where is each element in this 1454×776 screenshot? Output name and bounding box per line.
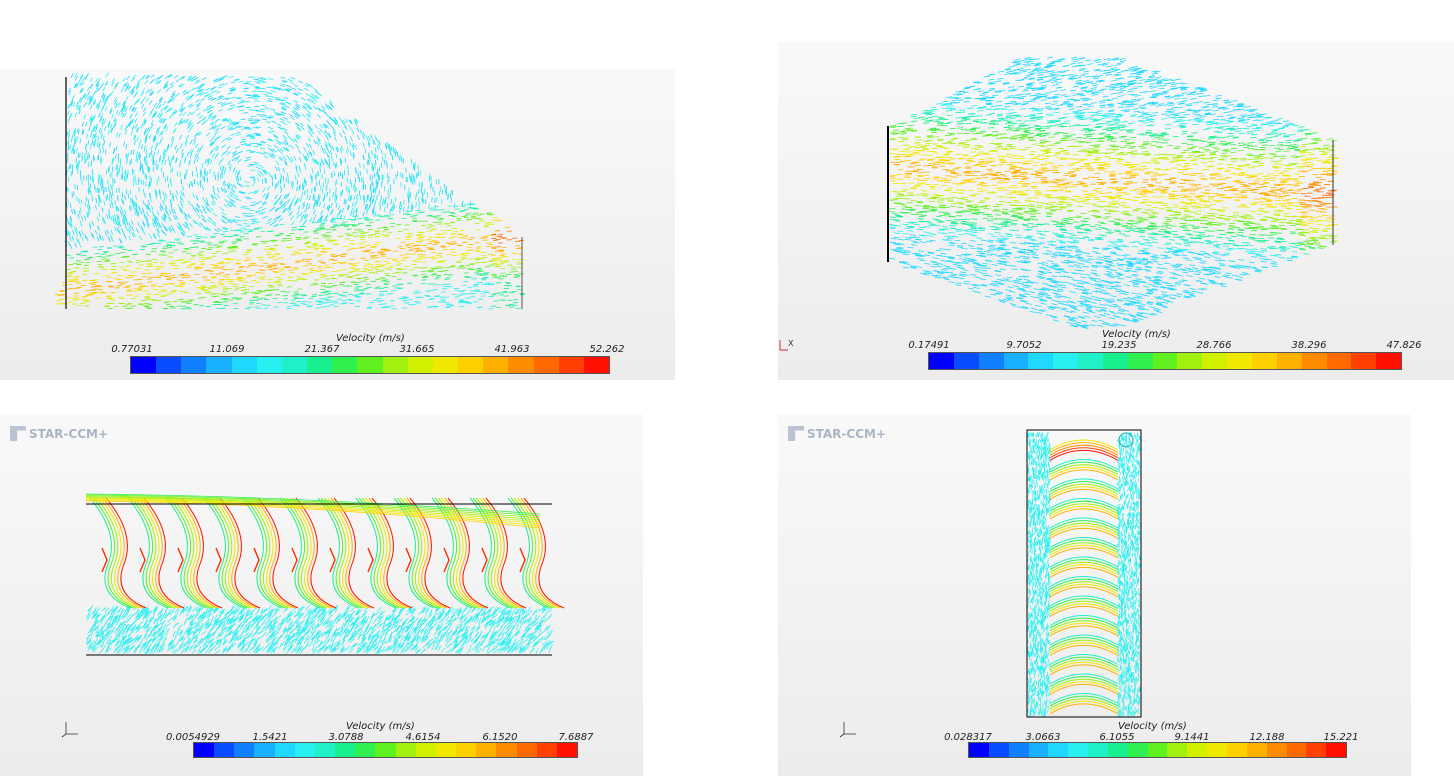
- axis-triad-arrows: [839, 722, 856, 738]
- legend-title: Velocity (m/s): [1118, 721, 1187, 732]
- colormap-bar: [968, 742, 1347, 758]
- legend-tick: 19.235: [1101, 340, 1137, 351]
- axis-triad-icon: [60, 718, 90, 740]
- vector-glyphs: [888, 56, 1339, 329]
- legend-tick: 31.665: [399, 344, 435, 355]
- legend-tick: 0.77031: [111, 344, 153, 355]
- colormap-bar: [130, 356, 610, 374]
- velocity-plot-panel-3: STAR-CCM+ Velocity (m/s) 0.0054929 1.542…: [0, 414, 643, 776]
- vector-glyphs: [54, 72, 525, 310]
- legend-tick: 52.262: [589, 344, 625, 355]
- velocity-vector-field-3: [85, 493, 565, 656]
- legend-tick: 11.069: [209, 344, 245, 355]
- velocity-vector-field-4: [1026, 429, 1142, 718]
- axis-triad-arrows: [61, 722, 78, 738]
- legend-title: Velocity (m/s): [336, 333, 405, 344]
- vector-glyphs: [85, 493, 565, 655]
- axis-triad-icon: [838, 718, 868, 740]
- legend-tick: 38.296: [1291, 340, 1327, 351]
- velocity-plot-panel-4: STAR-CCM+ Velocity (m/s) 0.028317 3.0663…: [778, 414, 1411, 776]
- legend-title: Velocity (m/s): [346, 721, 415, 732]
- colormap-bar: [193, 742, 578, 758]
- legend-tick: 9.7052: [1006, 340, 1042, 351]
- colormap-bar: [928, 352, 1402, 370]
- legend-tick: 21.367: [304, 344, 340, 355]
- legend-tick: 0.17491: [908, 340, 950, 351]
- axis-label: X: [788, 339, 794, 348]
- legend-title: Velocity (m/s): [1102, 329, 1171, 340]
- legend-tick: 28.766: [1196, 340, 1232, 351]
- legend-tick: 47.826: [1386, 340, 1422, 351]
- velocity-plot-panel-1: Velocity (m/s) 0.77031 11.069 21.367 31.…: [0, 69, 675, 380]
- legend-tick: 41.963: [494, 344, 530, 355]
- velocity-plot-panel-2: X Velocity (m/s) 0.17491 9.7052 19.235 2…: [778, 42, 1454, 380]
- vector-glyphs: [1026, 432, 1142, 718]
